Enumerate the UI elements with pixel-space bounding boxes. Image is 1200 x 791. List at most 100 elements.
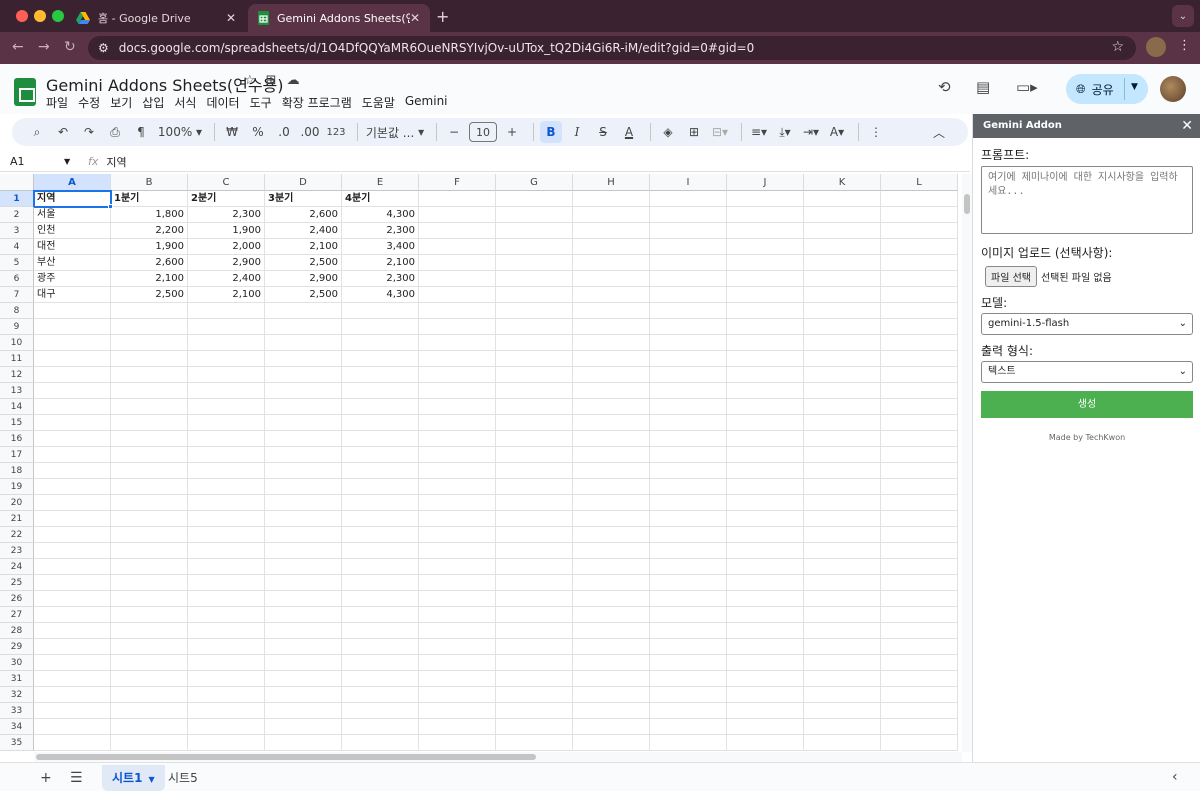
cell-A19[interactable] <box>34 479 111 495</box>
cell-H16[interactable] <box>573 431 650 447</box>
cell-G19[interactable] <box>496 479 573 495</box>
cell-A9[interactable] <box>34 319 111 335</box>
cell-B18[interactable] <box>111 463 188 479</box>
column-header[interactable]: F <box>419 174 496 191</box>
column-header[interactable]: C <box>188 174 265 191</box>
cell-F19[interactable] <box>419 479 496 495</box>
cell-D16[interactable] <box>265 431 342 447</box>
menu-file[interactable]: 파일 <box>46 94 68 111</box>
cell-H12[interactable] <box>573 367 650 383</box>
cell-F22[interactable] <box>419 527 496 543</box>
cell-E28[interactable] <box>342 623 419 639</box>
cell-J11[interactable] <box>727 351 804 367</box>
cell-L33[interactable] <box>881 703 958 719</box>
row-header[interactable]: 27 <box>0 607 34 623</box>
cell-L21[interactable] <box>881 511 958 527</box>
cell-G11[interactable] <box>496 351 573 367</box>
cell-F3[interactable] <box>419 223 496 239</box>
cell-I7[interactable] <box>650 287 727 303</box>
cell-B23[interactable] <box>111 543 188 559</box>
text-rotation-icon[interactable]: A▾ <box>826 121 848 143</box>
cell-G26[interactable] <box>496 591 573 607</box>
cell-I9[interactable] <box>650 319 727 335</box>
menu-format[interactable]: 서식 <box>174 94 196 111</box>
cell-H25[interactable] <box>573 575 650 591</box>
cell-D32[interactable] <box>265 687 342 703</box>
cell-I3[interactable] <box>650 223 727 239</box>
cell-E22[interactable] <box>342 527 419 543</box>
cell-G24[interactable] <box>496 559 573 575</box>
cell-H30[interactable] <box>573 655 650 671</box>
cell-J29[interactable] <box>727 639 804 655</box>
cell-G20[interactable] <box>496 495 573 511</box>
cell-B25[interactable] <box>111 575 188 591</box>
cell-A22[interactable] <box>34 527 111 543</box>
forward-icon[interactable]: → <box>38 39 50 55</box>
row-header[interactable]: 29 <box>0 639 34 655</box>
cell-D24[interactable] <box>265 559 342 575</box>
cell-L7[interactable] <box>881 287 958 303</box>
cell-B4[interactable]: 1,900 <box>111 239 188 255</box>
cell-A15[interactable] <box>34 415 111 431</box>
version-history-icon[interactable]: ⟲ <box>938 78 951 96</box>
cell-B11[interactable] <box>111 351 188 367</box>
cell-B21[interactable] <box>111 511 188 527</box>
cell-C16[interactable] <box>188 431 265 447</box>
cell-D23[interactable] <box>265 543 342 559</box>
cell-J30[interactable] <box>727 655 804 671</box>
cell-L35[interactable] <box>881 735 958 751</box>
cell-E14[interactable] <box>342 399 419 415</box>
add-sheet-icon[interactable]: + <box>40 770 52 786</box>
row-header[interactable]: 10 <box>0 335 34 351</box>
cell-B33[interactable] <box>111 703 188 719</box>
cell-B28[interactable] <box>111 623 188 639</box>
cell-A16[interactable] <box>34 431 111 447</box>
cell-D13[interactable] <box>265 383 342 399</box>
cell-C9[interactable] <box>188 319 265 335</box>
fill-color-icon[interactable]: ◈ <box>657 121 679 143</box>
cell-L17[interactable] <box>881 447 958 463</box>
cell-C11[interactable] <box>188 351 265 367</box>
browser-tab-drive[interactable]: 홈 - Google Drive ✕ <box>66 4 246 32</box>
cell-K1[interactable] <box>804 191 881 207</box>
cell-E6[interactable]: 2,300 <box>342 271 419 287</box>
cell-J22[interactable] <box>727 527 804 543</box>
cell-D20[interactable] <box>265 495 342 511</box>
browser-tab-sheets[interactable]: Gemini Addons Sheets(연수용) ✕ <box>248 4 430 32</box>
cell-I19[interactable] <box>650 479 727 495</box>
cell-C23[interactable] <box>188 543 265 559</box>
cell-E30[interactable] <box>342 655 419 671</box>
print-icon[interactable]: ⎙ <box>104 121 126 143</box>
cell-G4[interactable] <box>496 239 573 255</box>
cell-A32[interactable] <box>34 687 111 703</box>
cell-K17[interactable] <box>804 447 881 463</box>
cell-G32[interactable] <box>496 687 573 703</box>
cell-J6[interactable] <box>727 271 804 287</box>
zoom-select[interactable]: 100% ▾ <box>156 121 204 143</box>
cell-I11[interactable] <box>650 351 727 367</box>
cell-F5[interactable] <box>419 255 496 271</box>
cell-I12[interactable] <box>650 367 727 383</box>
vertical-scrollbar[interactable] <box>962 174 972 752</box>
cell-C27[interactable] <box>188 607 265 623</box>
cell-B12[interactable] <box>111 367 188 383</box>
cell-G23[interactable] <box>496 543 573 559</box>
url-bar[interactable]: ⚙ docs.google.com/spreadsheets/d/1O4DfQQ… <box>88 36 1136 60</box>
cell-C18[interactable] <box>188 463 265 479</box>
cell-F1[interactable] <box>419 191 496 207</box>
meet-video-icon[interactable]: ▭▸ <box>1016 78 1038 96</box>
cell-B2[interactable]: 1,800 <box>111 207 188 223</box>
cell-C24[interactable] <box>188 559 265 575</box>
cell-C17[interactable] <box>188 447 265 463</box>
cell-L26[interactable] <box>881 591 958 607</box>
cell-L2[interactable] <box>881 207 958 223</box>
cell-B19[interactable] <box>111 479 188 495</box>
cell-G30[interactable] <box>496 655 573 671</box>
cell-B29[interactable] <box>111 639 188 655</box>
cell-E15[interactable] <box>342 415 419 431</box>
strikethrough-button[interactable]: S <box>592 121 614 143</box>
cell-K35[interactable] <box>804 735 881 751</box>
cell-H10[interactable] <box>573 335 650 351</box>
cell-A21[interactable] <box>34 511 111 527</box>
cell-I18[interactable] <box>650 463 727 479</box>
